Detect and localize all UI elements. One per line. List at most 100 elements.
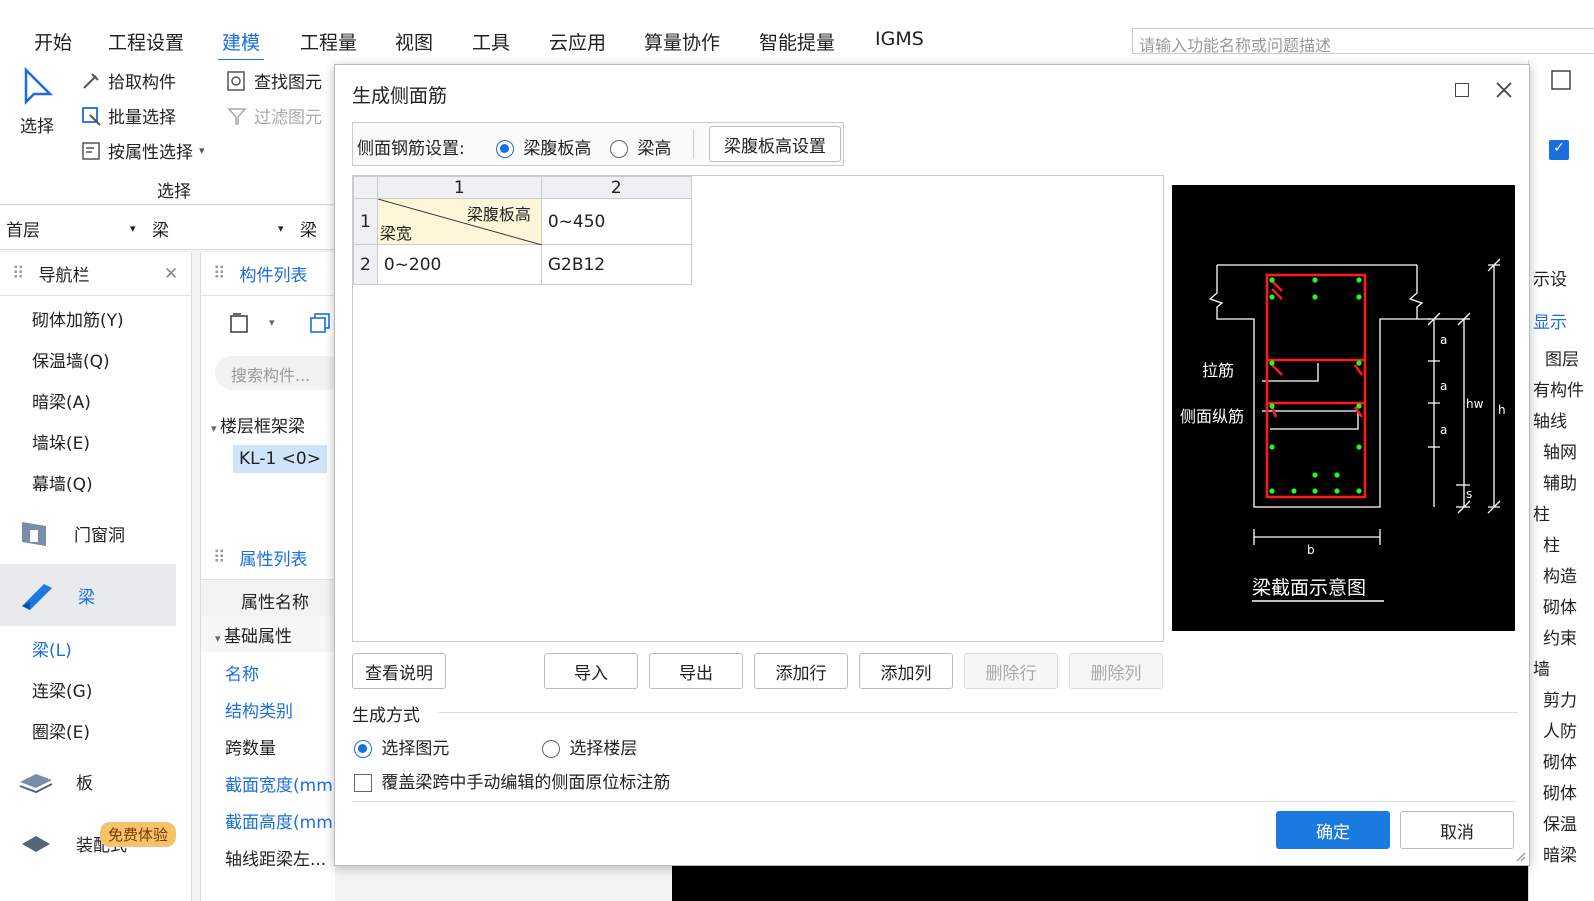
right-item[interactable]: 轴网	[1543, 438, 1577, 463]
function-search-input[interactable]: 请输入功能名称或问题描述	[1132, 28, 1594, 55]
radio-beam-height[interactable]: 梁高	[610, 134, 671, 159]
overwrite-checkbox[interactable]: 覆盖梁跨中手动编辑的侧面原位标注筋	[354, 768, 670, 793]
cancel-button[interactable]: 取消	[1400, 811, 1514, 849]
batch-select-label: 批量选择	[108, 108, 176, 128]
column-header[interactable]: 2	[540, 176, 692, 199]
subtype-combo[interactable]: 梁	[300, 216, 317, 241]
tab-collab[interactable]: 算量协作	[640, 24, 724, 59]
find-element-button[interactable]: 查找图元	[226, 68, 322, 93]
tab-igms[interactable]: IGMS	[871, 24, 928, 54]
right-item[interactable]: 柱	[1533, 500, 1550, 525]
right-item[interactable]: 砌体	[1543, 779, 1577, 804]
table-cell[interactable]: G2B12	[540, 244, 692, 285]
right-item[interactable]: 保温	[1543, 810, 1577, 835]
filter-element-button[interactable]: 过滤图元	[226, 103, 322, 128]
nav-item-insulation-wall[interactable]: 保温墙(Q)	[32, 347, 110, 372]
right-item[interactable]: 约束	[1543, 624, 1577, 649]
nav-category-beam[interactable]: 梁	[0, 564, 176, 626]
panel-icon[interactable]	[1549, 68, 1573, 92]
delete-row-button[interactable]: 删除行	[964, 653, 1058, 689]
right-item[interactable]: 人防	[1543, 717, 1577, 742]
chevron-down-icon[interactable]: ▾	[269, 316, 275, 329]
tab-smart[interactable]: 智能提量	[755, 24, 839, 59]
maximize-icon[interactable]	[1455, 83, 1469, 97]
column-header[interactable]: 1	[376, 176, 542, 199]
select-tool-button[interactable]: 选择	[20, 66, 54, 137]
add-row-button[interactable]: 添加行	[754, 653, 848, 689]
tab-tools[interactable]: 工具	[468, 24, 514, 59]
tree-group-frame-beam[interactable]: ▾ 楼层框架梁	[211, 412, 305, 437]
table-cell[interactable]: 0~450	[540, 198, 692, 245]
nav-item-hidden-beam[interactable]: 暗梁(A)	[32, 388, 91, 413]
drag-handle-icon[interactable]: ⠿	[12, 264, 24, 284]
property-span-count[interactable]: 跨数量	[201, 726, 336, 763]
property-axis-offset[interactable]: 轴线距梁左...	[201, 837, 336, 874]
nav-item-coupling-beam[interactable]: 连梁(G)	[32, 677, 92, 702]
delete-column-button[interactable]: 删除列	[1069, 653, 1163, 689]
component-item-kl1[interactable]: KL-1 <0>	[233, 445, 327, 473]
radio-select-floor[interactable]: 选择楼层	[542, 734, 637, 759]
property-section-width[interactable]: 截面宽度(mm	[201, 763, 336, 800]
drawing-canvas[interactable]	[672, 866, 1528, 901]
property-section-height[interactable]: 截面高度(mm	[201, 800, 336, 837]
nav-item-wall-pier[interactable]: 墙垛(E)	[32, 429, 90, 454]
right-item[interactable]: 砌体	[1543, 593, 1577, 618]
attr-select-button[interactable]: 按属性选择 ▾	[80, 138, 205, 163]
web-height-setting-button[interactable]: 梁腹板高设置	[709, 126, 841, 162]
table-corner-cell	[353, 176, 378, 199]
close-icon[interactable]: ✕	[164, 264, 178, 284]
nav-item-masonry-rebar[interactable]: 砌体加筋(Y)	[32, 306, 124, 331]
copy-icon[interactable]	[307, 310, 333, 336]
import-button[interactable]: 导入	[544, 653, 638, 689]
nav-category-door-window[interactable]: 门窗洞	[0, 502, 176, 564]
radio-select-element[interactable]: 选择图元	[354, 734, 449, 759]
row-header[interactable]: 2	[353, 244, 378, 285]
tab-cloud[interactable]: 云应用	[545, 24, 610, 59]
tab-modeling[interactable]: 建模	[218, 24, 265, 61]
right-item[interactable]: 柱	[1543, 531, 1560, 556]
row-header[interactable]: 1	[353, 198, 378, 245]
right-item[interactable]: 轴线	[1533, 407, 1567, 432]
resize-grip-icon[interactable]	[1513, 849, 1527, 863]
component-search-input[interactable]: 搜索构件...	[215, 356, 345, 390]
right-item[interactable]: 墙	[1533, 655, 1550, 680]
right-item[interactable]: 构造	[1543, 562, 1577, 587]
view-help-button[interactable]: 查看说明	[352, 653, 446, 689]
nav-item-ring-beam[interactable]: 圈梁(E)	[32, 718, 90, 743]
right-item[interactable]: 显示	[1533, 308, 1567, 333]
batch-select-button[interactable]: 批量选择	[80, 103, 176, 128]
add-column-button[interactable]: 添加列	[859, 653, 953, 689]
new-component-icon[interactable]	[227, 310, 253, 336]
right-item[interactable]: 剪力	[1543, 686, 1577, 711]
nav-item-beam[interactable]: 梁(L)	[32, 636, 72, 661]
nav-item-curtain-wall[interactable]: 幕墙(Q)	[32, 470, 93, 495]
export-button[interactable]: 导出	[649, 653, 743, 689]
radio-web-height[interactable]: 梁腹板高	[496, 134, 591, 159]
property-name[interactable]: 名称	[201, 652, 336, 689]
right-item[interactable]: 图层	[1545, 345, 1579, 370]
tab-project-settings[interactable]: 工程设置	[104, 24, 188, 59]
tab-view[interactable]: 视图	[391, 24, 437, 59]
close-icon[interactable]	[1493, 79, 1515, 101]
right-item[interactable]: 有构件	[1533, 376, 1584, 401]
floor-combo[interactable]: 首层	[6, 216, 40, 241]
checkbox-checked-icon[interactable]: ✓	[1549, 140, 1569, 160]
tab-quantity[interactable]: 工程量	[296, 24, 361, 59]
table-cell[interactable]: 0~200	[376, 244, 542, 285]
drag-handle-icon[interactable]: ⠿	[213, 548, 225, 568]
nav-category-slab[interactable]: 板	[0, 750, 176, 812]
type-combo[interactable]: 梁	[152, 216, 169, 241]
right-item[interactable]: 暗梁	[1543, 841, 1577, 866]
right-item[interactable]: 砌体	[1543, 748, 1577, 773]
pick-component-button[interactable]: 拾取构件	[80, 68, 176, 93]
property-structure-type[interactable]: 结构类别	[201, 689, 336, 726]
right-item[interactable]: 示设	[1533, 265, 1567, 290]
setting-label: 侧面钢筋设置:	[357, 139, 465, 159]
property-group-basic[interactable]: ▾ 基础属性	[201, 616, 336, 652]
free-trial-badge[interactable]: 免费体验	[100, 822, 177, 847]
preview-title: 梁截面示意图	[1252, 577, 1367, 599]
drag-handle-icon[interactable]: ⠿	[213, 264, 225, 284]
ok-button[interactable]: 确定	[1276, 811, 1390, 849]
right-item[interactable]: 辅助	[1543, 469, 1577, 494]
tab-start[interactable]: 开始	[30, 24, 76, 59]
